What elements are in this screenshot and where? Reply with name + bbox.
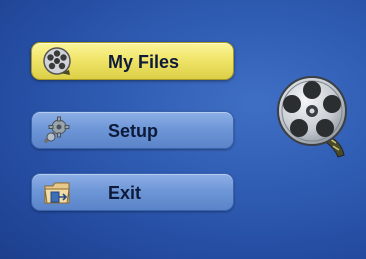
setup-label: Setup — [108, 121, 159, 141]
gears-icon — [42, 115, 72, 145]
my-files-label: My Files — [108, 52, 180, 72]
setup-button[interactable]: Setup — [31, 111, 234, 149]
exit-button[interactable]: Exit — [31, 173, 234, 211]
film-reel-logo-icon — [276, 73, 356, 163]
folder-exit-icon — [42, 177, 72, 207]
film-reel-icon — [42, 46, 72, 76]
main-menu-screen: My Files Setup Exit — [0, 0, 366, 259]
exit-label: Exit — [108, 183, 142, 203]
my-files-button[interactable]: My Files — [31, 42, 234, 80]
